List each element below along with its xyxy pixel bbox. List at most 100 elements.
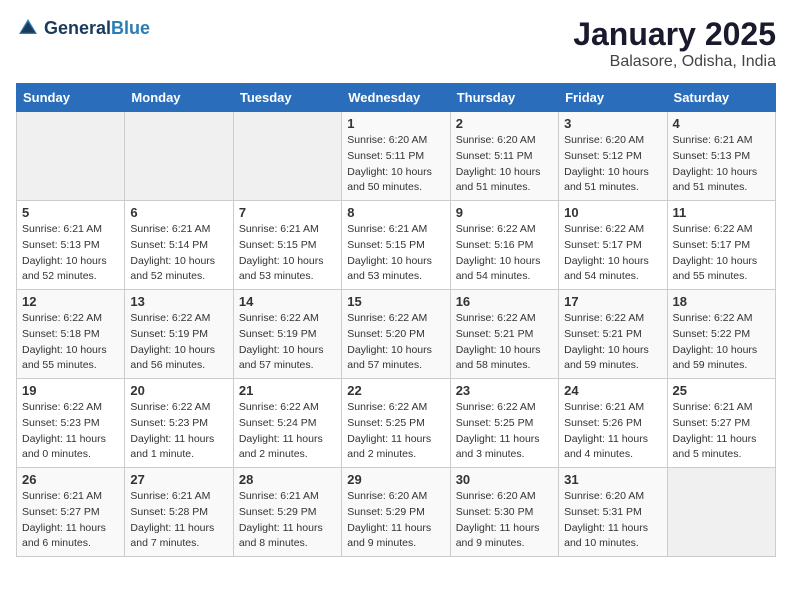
day-info: Sunrise: 6:22 AM Sunset: 5:24 PM Dayligh… bbox=[239, 400, 336, 463]
day-number: 16 bbox=[456, 294, 553, 309]
calendar-cell: 1 Sunrise: 6:20 AM Sunset: 5:11 PM Daylig… bbox=[342, 112, 450, 201]
calendar-cell: 15 Sunrise: 6:22 AM Sunset: 5:20 PM Dayli… bbox=[342, 290, 450, 379]
day-info: Sunrise: 6:22 AM Sunset: 5:22 PM Dayligh… bbox=[673, 311, 770, 374]
calendar-cell: 7 Sunrise: 6:21 AM Sunset: 5:15 PM Daylig… bbox=[233, 201, 341, 290]
calendar-cell: 18 Sunrise: 6:22 AM Sunset: 5:22 PM Dayli… bbox=[667, 290, 775, 379]
day-number: 3 bbox=[564, 116, 661, 131]
calendar-cell: 6 Sunrise: 6:21 AM Sunset: 5:14 PM Daylig… bbox=[125, 201, 233, 290]
day-number: 27 bbox=[130, 472, 227, 487]
day-number: 26 bbox=[22, 472, 119, 487]
day-info: Sunrise: 6:20 AM Sunset: 5:11 PM Dayligh… bbox=[347, 133, 444, 196]
calendar-header-row: SundayMondayTuesdayWednesdayThursdayFrid… bbox=[17, 84, 776, 112]
calendar-cell bbox=[667, 468, 775, 557]
calendar-cell: 5Sunrise: 6:21 AM Sunset: 5:13 PM Daylig… bbox=[17, 201, 125, 290]
day-number: 29 bbox=[347, 472, 444, 487]
day-number: 10 bbox=[564, 205, 661, 220]
calendar-week-row: 19 Sunrise: 6:22 AM Sunset: 5:23 PM Dayli… bbox=[17, 379, 776, 468]
day-info: Sunrise: 6:21 AM Sunset: 5:15 PM Dayligh… bbox=[347, 222, 444, 285]
day-number: 2 bbox=[456, 116, 553, 131]
day-number: 6 bbox=[130, 205, 227, 220]
column-header-wednesday: Wednesday bbox=[342, 84, 450, 112]
calendar-cell: 27 Sunrise: 6:21 AM Sunset: 5:28 PM Dayli… bbox=[125, 468, 233, 557]
day-info: Sunrise: 6:22 AM Sunset: 5:21 PM Dayligh… bbox=[456, 311, 553, 374]
calendar-cell: 26 Sunrise: 6:21 AM Sunset: 5:27 PM Dayli… bbox=[17, 468, 125, 557]
day-number: 23 bbox=[456, 383, 553, 398]
day-number: 13 bbox=[130, 294, 227, 309]
day-number: 30 bbox=[456, 472, 553, 487]
day-info: Sunrise: 6:21 AM Sunset: 5:29 PM Dayligh… bbox=[239, 489, 336, 552]
day-number: 7 bbox=[239, 205, 336, 220]
day-info: Sunrise: 6:22 AM Sunset: 5:17 PM Dayligh… bbox=[673, 222, 770, 285]
column-header-friday: Friday bbox=[559, 84, 667, 112]
day-info: Sunrise: 6:21 AM Sunset: 5:27 PM Dayligh… bbox=[22, 489, 119, 552]
day-number: 12 bbox=[22, 294, 119, 309]
day-info: Sunrise: 6:21 AM Sunset: 5:13 PM Dayligh… bbox=[22, 222, 119, 285]
calendar-table: SundayMondayTuesdayWednesdayThursdayFrid… bbox=[16, 83, 776, 557]
day-info: Sunrise: 6:22 AM Sunset: 5:23 PM Dayligh… bbox=[22, 400, 119, 463]
day-info: Sunrise: 6:22 AM Sunset: 5:25 PM Dayligh… bbox=[456, 400, 553, 463]
calendar-cell: 12Sunrise: 6:22 AM Sunset: 5:18 PM Dayli… bbox=[17, 290, 125, 379]
calendar-cell: 28 Sunrise: 6:21 AM Sunset: 5:29 PM Dayli… bbox=[233, 468, 341, 557]
day-number: 15 bbox=[347, 294, 444, 309]
calendar-cell: 24Sunrise: 6:21 AM Sunset: 5:26 PM Dayli… bbox=[559, 379, 667, 468]
day-number: 19 bbox=[22, 383, 119, 398]
day-number: 24 bbox=[564, 383, 661, 398]
day-number: 17 bbox=[564, 294, 661, 309]
day-info: Sunrise: 6:20 AM Sunset: 5:29 PM Dayligh… bbox=[347, 489, 444, 552]
calendar-cell: 8 Sunrise: 6:21 AM Sunset: 5:15 PM Daylig… bbox=[342, 201, 450, 290]
column-header-monday: Monday bbox=[125, 84, 233, 112]
column-header-thursday: Thursday bbox=[450, 84, 558, 112]
calendar-cell: 14 Sunrise: 6:22 AM Sunset: 5:19 PM Dayli… bbox=[233, 290, 341, 379]
calendar-cell: 29 Sunrise: 6:20 AM Sunset: 5:29 PM Dayli… bbox=[342, 468, 450, 557]
month-year-title: January 2025 bbox=[573, 16, 776, 53]
logo-text-general: General bbox=[44, 18, 111, 38]
day-number: 11 bbox=[673, 205, 770, 220]
calendar-cell: 11 Sunrise: 6:22 AM Sunset: 5:17 PM Dayli… bbox=[667, 201, 775, 290]
title-block: January 2025 Balasore, Odisha, India bbox=[573, 16, 776, 71]
day-info: Sunrise: 6:22 AM Sunset: 5:23 PM Dayligh… bbox=[130, 400, 227, 463]
calendar-cell: 23 Sunrise: 6:22 AM Sunset: 5:25 PM Dayli… bbox=[450, 379, 558, 468]
column-header-sunday: Sunday bbox=[17, 84, 125, 112]
day-number: 28 bbox=[239, 472, 336, 487]
day-number: 31 bbox=[564, 472, 661, 487]
day-info: Sunrise: 6:22 AM Sunset: 5:19 PM Dayligh… bbox=[130, 311, 227, 374]
day-number: 18 bbox=[673, 294, 770, 309]
day-info: Sunrise: 6:22 AM Sunset: 5:25 PM Dayligh… bbox=[347, 400, 444, 463]
day-info: Sunrise: 6:22 AM Sunset: 5:20 PM Dayligh… bbox=[347, 311, 444, 374]
day-number: 21 bbox=[239, 383, 336, 398]
calendar-cell: 25Sunrise: 6:21 AM Sunset: 5:27 PM Dayli… bbox=[667, 379, 775, 468]
day-number: 9 bbox=[456, 205, 553, 220]
day-info: Sunrise: 6:21 AM Sunset: 5:15 PM Dayligh… bbox=[239, 222, 336, 285]
calendar-week-row: 5Sunrise: 6:21 AM Sunset: 5:13 PM Daylig… bbox=[17, 201, 776, 290]
day-info: Sunrise: 6:22 AM Sunset: 5:16 PM Dayligh… bbox=[456, 222, 553, 285]
day-number: 1 bbox=[347, 116, 444, 131]
location-subtitle: Balasore, Odisha, India bbox=[573, 53, 776, 71]
day-info: Sunrise: 6:22 AM Sunset: 5:17 PM Dayligh… bbox=[564, 222, 661, 285]
calendar-cell: 4 Sunrise: 6:21 AM Sunset: 5:13 PM Daylig… bbox=[667, 112, 775, 201]
day-info: Sunrise: 6:22 AM Sunset: 5:21 PM Dayligh… bbox=[564, 311, 661, 374]
calendar-cell: 22Sunrise: 6:22 AM Sunset: 5:25 PM Dayli… bbox=[342, 379, 450, 468]
calendar-cell: 17 Sunrise: 6:22 AM Sunset: 5:21 PM Dayli… bbox=[559, 290, 667, 379]
calendar-week-row: 1 Sunrise: 6:20 AM Sunset: 5:11 PM Daylig… bbox=[17, 112, 776, 201]
column-header-tuesday: Tuesday bbox=[233, 84, 341, 112]
column-header-saturday: Saturday bbox=[667, 84, 775, 112]
calendar-cell: 31Sunrise: 6:20 AM Sunset: 5:31 PM Dayli… bbox=[559, 468, 667, 557]
calendar-cell: 19 Sunrise: 6:22 AM Sunset: 5:23 PM Dayli… bbox=[17, 379, 125, 468]
day-number: 4 bbox=[673, 116, 770, 131]
day-info: Sunrise: 6:21 AM Sunset: 5:14 PM Dayligh… bbox=[130, 222, 227, 285]
day-info: Sunrise: 6:21 AM Sunset: 5:13 PM Dayligh… bbox=[673, 133, 770, 196]
day-number: 8 bbox=[347, 205, 444, 220]
calendar-cell bbox=[233, 112, 341, 201]
day-info: Sunrise: 6:21 AM Sunset: 5:28 PM Dayligh… bbox=[130, 489, 227, 552]
calendar-cell: 20Sunrise: 6:22 AM Sunset: 5:23 PM Dayli… bbox=[125, 379, 233, 468]
calendar-cell: 10 Sunrise: 6:22 AM Sunset: 5:17 PM Dayli… bbox=[559, 201, 667, 290]
calendar-cell: 30 Sunrise: 6:20 AM Sunset: 5:30 PM Dayli… bbox=[450, 468, 558, 557]
day-info: Sunrise: 6:22 AM Sunset: 5:19 PM Dayligh… bbox=[239, 311, 336, 374]
calendar-week-row: 26 Sunrise: 6:21 AM Sunset: 5:27 PM Dayli… bbox=[17, 468, 776, 557]
day-info: Sunrise: 6:20 AM Sunset: 5:11 PM Dayligh… bbox=[456, 133, 553, 196]
day-number: 14 bbox=[239, 294, 336, 309]
calendar-cell bbox=[17, 112, 125, 201]
day-info: Sunrise: 6:20 AM Sunset: 5:12 PM Dayligh… bbox=[564, 133, 661, 196]
calendar-cell: 21 Sunrise: 6:22 AM Sunset: 5:24 PM Dayli… bbox=[233, 379, 341, 468]
day-info: Sunrise: 6:20 AM Sunset: 5:30 PM Dayligh… bbox=[456, 489, 553, 552]
